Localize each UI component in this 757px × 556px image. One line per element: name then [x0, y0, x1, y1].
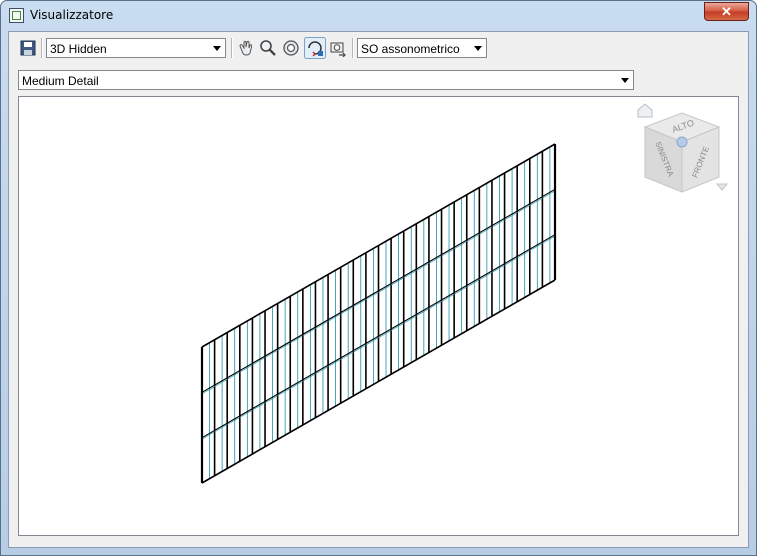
detail-level-select[interactable]: Medium Detail — [18, 70, 634, 90]
detail-level-value: Medium Detail — [22, 74, 99, 88]
orbit-icon[interactable] — [304, 37, 326, 59]
3d-viewport[interactable]: ALTO SINISTRA FRONTE — [18, 96, 739, 536]
visual-style-value: 3D Hidden — [50, 42, 107, 56]
viewer-window: Visualizzatore ✕ 3D Hidden SO assonometr… — [0, 0, 757, 556]
toolbar-separator — [231, 38, 233, 58]
title-bar[interactable]: Visualizzatore ✕ — [1, 1, 756, 31]
camera-icon[interactable] — [329, 39, 347, 57]
zoom-extents-icon[interactable] — [282, 39, 300, 57]
model-canvas[interactable]: ALTO SINISTRA FRONTE — [19, 97, 738, 535]
viewcube-corner-marker — [676, 136, 688, 148]
chevron-down-icon — [213, 46, 221, 51]
close-button[interactable]: ✕ — [704, 2, 749, 21]
client-area: 3D Hidden SO assonometrico Medium Detail… — [8, 31, 749, 548]
save-icon[interactable] — [19, 39, 37, 57]
visual-style-select[interactable]: 3D Hidden — [46, 38, 226, 58]
home-icon[interactable] — [637, 103, 653, 118]
toolbar-separator — [352, 38, 354, 58]
app-icon — [9, 8, 24, 23]
chevron-down-icon[interactable] — [715, 183, 729, 191]
chevron-down-icon — [621, 78, 629, 83]
toolbar-separator — [41, 38, 43, 58]
grating-panel-model — [200, 143, 557, 484]
toolbar: 3D Hidden SO assonometrico — [9, 32, 748, 64]
zoom-icon[interactable] — [259, 39, 277, 57]
window-title: Visualizzatore — [30, 8, 114, 22]
view-preset-select[interactable]: SO assonometrico — [357, 38, 487, 58]
viewcube[interactable]: ALTO SINISTRA FRONTE — [637, 103, 729, 193]
view-preset-value: SO assonometrico — [361, 42, 460, 56]
pan-icon[interactable] — [237, 39, 255, 57]
chevron-down-icon — [474, 46, 482, 51]
